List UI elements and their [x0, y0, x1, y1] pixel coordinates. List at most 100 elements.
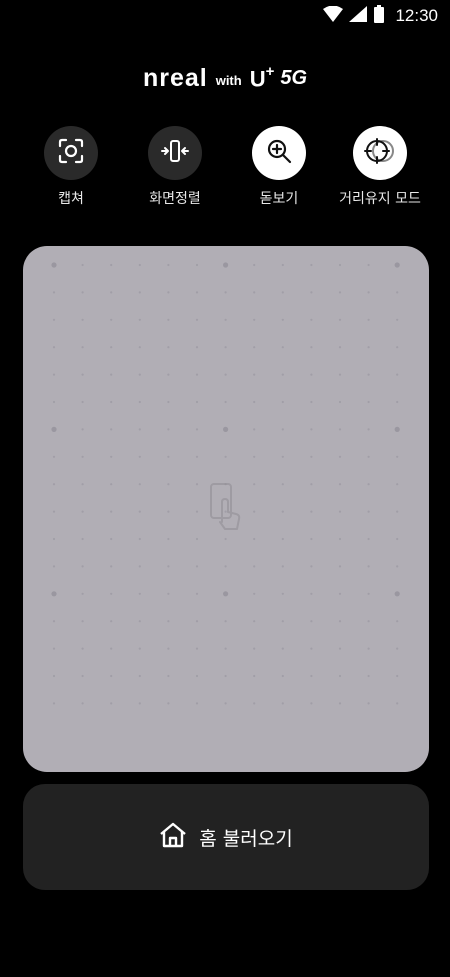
grid-dot	[224, 318, 227, 321]
grid-dot	[138, 291, 141, 294]
grid-dot	[52, 565, 56, 568]
grid-dot	[253, 592, 256, 595]
grid-dot	[167, 455, 170, 458]
grid-dot	[110, 483, 113, 486]
grid-dot	[253, 263, 256, 267]
grid-dot	[396, 483, 399, 486]
grid-dot	[195, 592, 199, 595]
grid-dot	[167, 373, 170, 376]
grid-dot	[110, 647, 113, 650]
grid-dot	[81, 428, 84, 431]
grid-dot	[195, 263, 199, 267]
grid-dot	[367, 674, 370, 678]
grid-dot	[281, 318, 284, 321]
grid-dot	[396, 674, 399, 678]
grid-dot	[52, 620, 56, 623]
grid-dot	[81, 565, 84, 568]
grid-dot	[167, 263, 170, 267]
touchpad-panel[interactable]	[23, 246, 429, 772]
grid-dot	[110, 565, 113, 568]
grid-dot	[396, 291, 399, 294]
grid-dot	[110, 428, 113, 431]
grid-dot	[367, 318, 370, 321]
distance-mode-button[interactable]: 거리유지 모드	[330, 126, 430, 208]
grid-dot	[367, 373, 370, 376]
grid-dot	[138, 510, 141, 513]
toolbar: 캡쳐 화면정렬 돋보기 거리유지 모드	[0, 126, 450, 216]
grid-dot	[110, 674, 113, 678]
grid-dot	[52, 400, 56, 404]
phone-touch-icon	[208, 482, 244, 536]
grid-dot	[338, 455, 342, 458]
grid-dot	[310, 455, 313, 458]
home-load-button[interactable]: 홈 불러오기	[23, 784, 429, 890]
grid-dot	[81, 373, 84, 376]
grid-dot	[310, 483, 313, 486]
grid-dot	[195, 455, 199, 458]
brand-nreal-text: nreal	[142, 64, 208, 92]
grid-dot	[310, 537, 313, 541]
grid-dot	[52, 510, 56, 513]
grid-dot	[253, 428, 256, 431]
grid-dot	[110, 346, 113, 349]
grid-dot	[367, 620, 370, 623]
grid-dot	[367, 483, 370, 486]
grid-dot	[51, 591, 57, 597]
grid-dot	[338, 346, 342, 349]
grid-dot	[167, 428, 170, 431]
capture-button[interactable]: 캡쳐	[21, 126, 121, 208]
grid-dot	[81, 674, 84, 678]
grid-dot	[281, 483, 284, 486]
grid-dot	[138, 565, 141, 568]
capture-circle[interactable]	[44, 126, 98, 180]
grid-dot	[338, 647, 342, 650]
grid-dot	[338, 428, 342, 431]
distance-mode-circle[interactable]	[353, 126, 407, 180]
screen-align-button[interactable]: 화면정렬	[125, 126, 225, 208]
grid-dot	[396, 620, 399, 623]
grid-dot	[110, 318, 113, 321]
grid-dot	[338, 565, 342, 568]
grid-dot	[195, 400, 199, 404]
brand-with-text: with	[215, 73, 242, 88]
grid-dot	[367, 400, 370, 404]
grid-dot	[396, 346, 399, 349]
grid-dot	[396, 510, 399, 513]
grid-dot	[138, 537, 141, 541]
grid-dot	[167, 318, 170, 321]
wifi-icon	[323, 5, 344, 26]
grid-dot	[281, 565, 284, 568]
grid-dot	[253, 674, 256, 678]
grid-dot	[253, 537, 256, 541]
grid-dot	[138, 620, 141, 623]
grid-dot	[167, 346, 170, 349]
grid-dot	[338, 702, 342, 705]
grid-dot	[394, 262, 400, 268]
grid-dot	[281, 620, 284, 623]
home-load-label: 홈 불러오기	[199, 827, 293, 850]
screen-align-circle[interactable]	[148, 126, 202, 180]
magnifier-circle[interactable]	[252, 126, 306, 180]
grid-dot	[310, 510, 313, 513]
grid-dot	[396, 455, 399, 458]
grid-dot	[138, 263, 141, 267]
grid-dot	[138, 373, 141, 376]
grid-dot	[367, 346, 370, 349]
grid-dot	[281, 400, 284, 404]
grid-dot	[110, 455, 113, 458]
grid-dot	[167, 291, 170, 294]
grid-dot	[281, 702, 284, 705]
grid-dot	[81, 620, 84, 623]
grid-dot	[110, 263, 113, 267]
brand-5g-text: 5G	[280, 67, 308, 89]
magnifier-button[interactable]: 돋보기	[229, 126, 329, 208]
grid-dot	[281, 592, 284, 595]
grid-dot	[281, 674, 284, 678]
grid-dot	[338, 291, 342, 294]
grid-dot	[310, 647, 313, 650]
grid-dot	[367, 428, 370, 431]
grid-dot	[81, 592, 84, 595]
grid-dot	[338, 373, 342, 376]
grid-dot	[110, 702, 113, 705]
grid-dot	[281, 455, 284, 458]
